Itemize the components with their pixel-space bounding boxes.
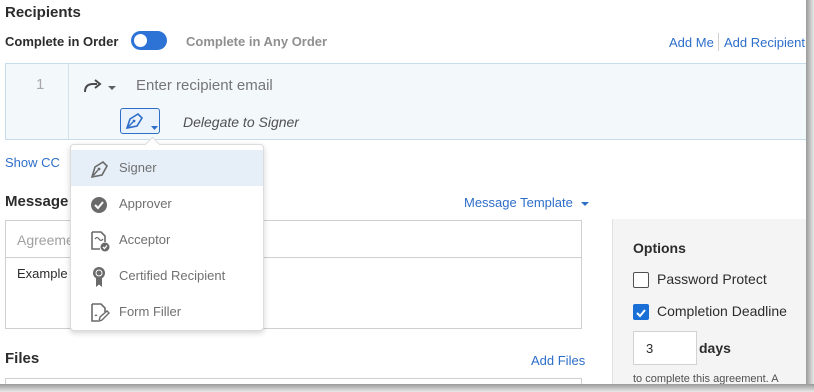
- deadline-days-input[interactable]: 3: [633, 331, 697, 365]
- document-check-icon: [89, 230, 111, 252]
- files-title: Files: [5, 350, 40, 367]
- password-protect-label: Password Protect: [657, 271, 767, 287]
- toggle-knob: [134, 34, 147, 47]
- add-me-link[interactable]: Add Me: [669, 35, 714, 50]
- recipient-email-input[interactable]: [136, 74, 556, 96]
- role-option-label: Approver: [119, 196, 172, 211]
- delegate-role-label: Delegate to Signer: [183, 114, 299, 130]
- forward-arrow-icon[interactable]: [82, 77, 104, 95]
- role-option-approver[interactable]: Approver: [71, 186, 263, 222]
- window-shadow-right: [806, 0, 814, 392]
- completion-deadline-checkbox[interactable]: [633, 304, 649, 320]
- agreement-name-input[interactable]: Agreeme: [17, 232, 74, 248]
- message-title: Message: [5, 193, 69, 210]
- message-template-link[interactable]: Message Template: [464, 195, 589, 210]
- check-circle-icon: [89, 194, 111, 216]
- role-option-label: Signer: [119, 160, 157, 175]
- role-option-acceptor[interactable]: Acceptor: [71, 222, 263, 258]
- role-option-certified-recipient[interactable]: Certified Recipient: [71, 258, 263, 294]
- checkmark-icon: [635, 306, 647, 324]
- chevron-down-icon: [150, 119, 159, 130]
- role-dropdown-menu: Signer Approver Acceptor Certified Recip…: [70, 136, 264, 331]
- recipient-number: 1: [36, 76, 45, 93]
- options-title: Options: [633, 240, 686, 256]
- completion-deadline-label: Completion Deadline: [657, 303, 787, 319]
- link-divider: [718, 33, 719, 51]
- add-recipient-link[interactable]: Add Recipient: [724, 35, 805, 50]
- chevron-down-icon[interactable]: [107, 79, 117, 90]
- add-files-link[interactable]: Add Files: [531, 353, 585, 368]
- recipients-title: Recipients: [5, 4, 81, 21]
- role-option-label: Form Filler: [119, 304, 182, 319]
- chevron-down-icon: [580, 195, 589, 210]
- role-option-label: Certified Recipient: [119, 268, 226, 283]
- complete-any-order-label[interactable]: Complete in Any Order: [186, 34, 327, 49]
- role-option-form-filler[interactable]: Form Filler: [71, 294, 263, 330]
- password-protect-checkbox[interactable]: [633, 272, 649, 288]
- form-edit-icon: [89, 302, 111, 324]
- pen-icon: [124, 111, 146, 131]
- order-toggle[interactable]: [131, 31, 167, 50]
- role-option-label: Acceptor: [119, 232, 171, 247]
- role-option-signer[interactable]: Signer: [71, 150, 263, 186]
- certificate-ribbon-icon: [89, 266, 111, 288]
- days-label: days: [699, 340, 731, 356]
- message-template-label: Message Template: [464, 195, 573, 210]
- message-body-input[interactable]: Example: [17, 266, 68, 281]
- window-shadow-bottom: [0, 384, 814, 392]
- show-cc-link[interactable]: Show CC: [5, 155, 60, 170]
- pen-icon: [89, 158, 111, 180]
- role-select-button[interactable]: [120, 108, 160, 134]
- complete-in-order-label: Complete in Order: [5, 34, 119, 49]
